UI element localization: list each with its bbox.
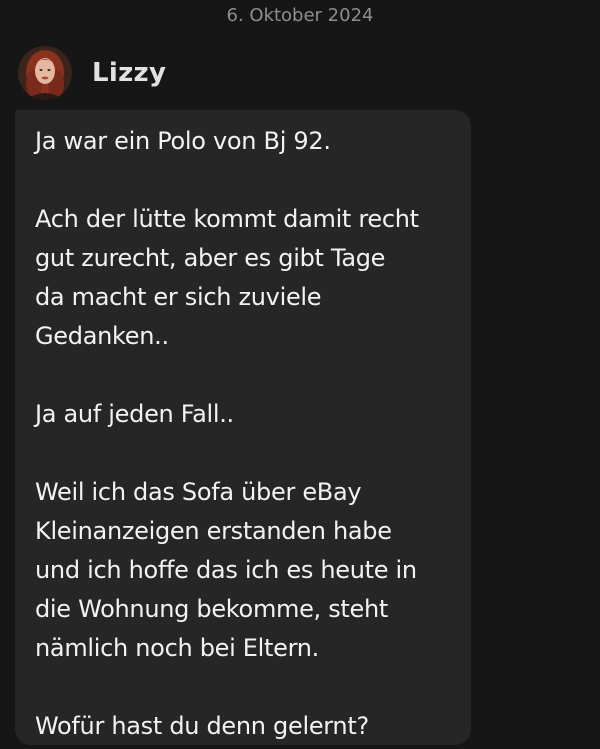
avatar[interactable] [18,46,72,100]
message-text: Ja war ein Polo von Bj 92. Ach der lütte… [35,127,419,740]
avatar-image [18,46,72,100]
message-bubble[interactable]: Ja war ein Polo von Bj 92. Ach der lütte… [15,110,471,745]
date-separator: 6. Oktober 2024 [226,5,374,26]
sender-name: Lizzy [92,58,167,88]
sender-header: Lizzy [18,46,166,100]
